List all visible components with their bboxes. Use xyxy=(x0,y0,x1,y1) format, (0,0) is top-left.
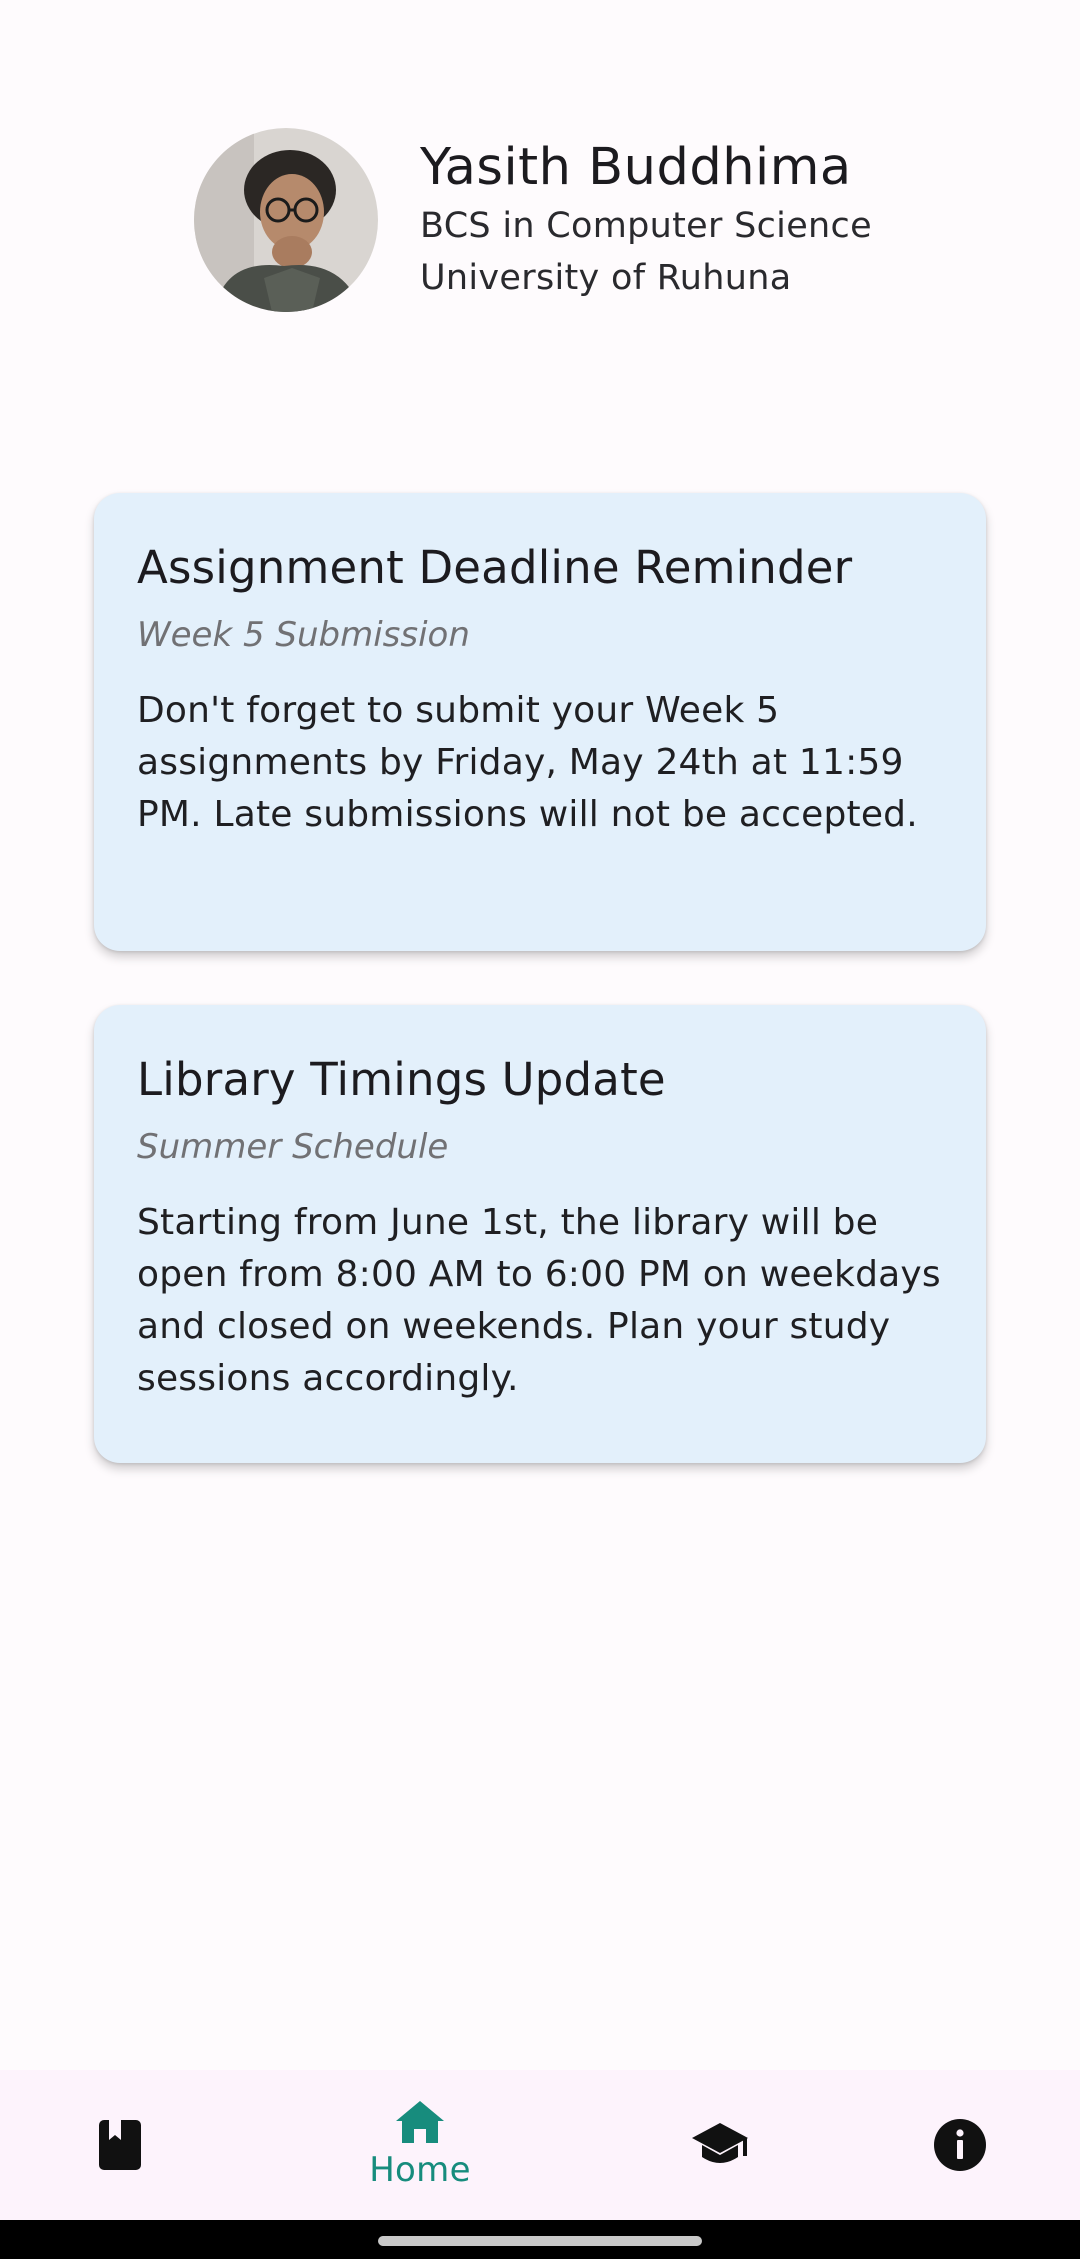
announcement-body: Starting from June 1st, the library will… xyxy=(137,1202,941,1399)
book-icon xyxy=(97,2118,143,2172)
nav-item-courses[interactable] xyxy=(660,2070,780,2220)
announcement-title: Assignment Deadline Reminder xyxy=(137,541,853,594)
profile-name: Yasith Buddhima xyxy=(420,138,852,197)
nav-item-books[interactable] xyxy=(60,2070,180,2220)
profile-university: University of Ruhuna xyxy=(420,258,792,298)
graduation-cap-icon xyxy=(690,2121,750,2169)
bottom-navigation: Home xyxy=(0,2070,1080,2220)
announcement-body: Don't forget to submit your Week 5 assig… xyxy=(137,690,918,835)
home-icon xyxy=(394,2099,446,2145)
profile-info: Yasith Buddhima BCS in Computer Science … xyxy=(420,136,872,304)
announcement-title: Library Timings Update xyxy=(137,1053,666,1106)
announcement-subtitle: Week 5 Submission xyxy=(137,615,470,655)
announcement-card[interactable]: Library Timings Update Summer Schedule S… xyxy=(94,1005,986,1463)
announcement-card[interactable]: Assignment Deadline Reminder Week 5 Subm… xyxy=(94,493,986,951)
gesture-handle[interactable] xyxy=(378,2236,702,2246)
announcement-subtitle: Summer Schedule xyxy=(137,1127,449,1167)
nav-item-home[interactable]: Home xyxy=(340,2070,500,2220)
system-navigation-bar xyxy=(0,2220,1080,2259)
nav-label-home: Home xyxy=(369,2150,471,2190)
profile-header: Yasith Buddhima BCS in Computer Science … xyxy=(194,128,872,312)
nav-item-about[interactable] xyxy=(900,2070,1020,2220)
avatar[interactable] xyxy=(194,128,378,312)
info-icon xyxy=(933,2118,987,2172)
profile-degree: BCS in Computer Science xyxy=(420,206,872,246)
